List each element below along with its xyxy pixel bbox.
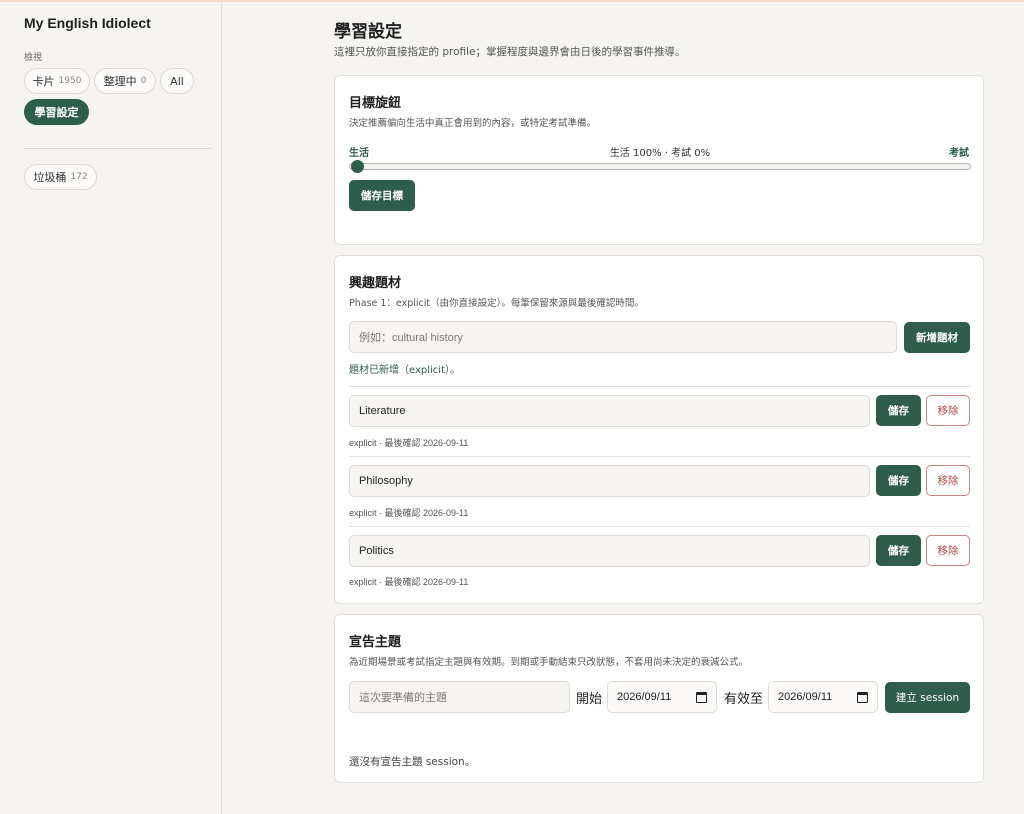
slider-right-label: 考試	[949, 148, 969, 159]
goal-title: 目標旋鈕	[349, 96, 402, 111]
slider-value-label: 生活 100% · 考試 0%	[609, 148, 711, 159]
interests-subtitle: Phase 1：explicit（由你直接設定）。每筆保留來源與最後確認時間。	[349, 298, 644, 309]
goal-card: 目標旋鈕 決定推薦偏向生活中真正會用到的內容，或特定考試準備。 生活 生活 10…	[334, 75, 984, 245]
chip-all[interactable]: All	[160, 68, 194, 94]
remove-interest-button[interactable]: 移除	[926, 465, 970, 496]
declared-topic-card: 宣告主題 為近期場景或考試指定主題與有效期。到期或手動結束只改狀態，不套用尚未決…	[334, 614, 984, 783]
remove-interest-button[interactable]: 移除	[926, 395, 970, 426]
chip-count: 1950	[58, 76, 82, 86]
remove-interest-button[interactable]: 移除	[926, 535, 970, 566]
end-date-input[interactable]: 2026/09/11	[768, 681, 878, 713]
sidebar-divider	[24, 148, 211, 149]
interests-title: 興趣題材	[349, 276, 402, 291]
start-date-value: 2026/09/11	[617, 691, 672, 703]
chip-label: 整理中	[103, 75, 137, 88]
save-interest-button[interactable]: 儲存	[876, 395, 921, 426]
interest-input[interactable]: Politics	[349, 535, 870, 567]
start-date-input[interactable]: 2026/09/11	[607, 681, 717, 713]
view-label: 檢視	[24, 53, 43, 63]
interest-meta: explicit · 最後確認 2026-09-11	[349, 508, 469, 518]
chip-learning-settings[interactable]: 學習設定	[24, 99, 89, 125]
save-interest-button[interactable]: 儲存	[876, 535, 921, 566]
interest-status-text: 題材已新增（explicit）。	[349, 365, 460, 376]
create-session-button[interactable]: 建立 session	[885, 682, 970, 713]
chip-label: All	[170, 74, 184, 88]
interest-meta: explicit · 最後確認 2026-09-11	[349, 438, 469, 448]
add-interest-button[interactable]: 新增題材	[904, 322, 970, 353]
chip-count: 0	[140, 76, 147, 86]
goal-slider-thumb[interactable]	[351, 160, 364, 173]
chip-label: 卡片	[32, 75, 55, 88]
save-goal-button[interactable]: 儲存目標	[349, 180, 415, 211]
chip-count: 172	[70, 172, 88, 182]
goal-subtitle: 決定推薦偏向生活中真正會用到的內容，或特定考試準備。	[349, 118, 597, 129]
declared-subtitle: 為近期場景或考試指定主題與有效期。到期或手動結束只改狀態，不套用尚未決定的衰減公…	[349, 657, 749, 668]
interests-card: 興趣題材 Phase 1：explicit（由你直接設定）。每筆保留來源與最後確…	[334, 255, 984, 604]
page-title: 學習設定	[334, 22, 402, 42]
calendar-icon[interactable]	[696, 691, 707, 703]
chip-cards[interactable]: 卡片 1950	[24, 68, 90, 94]
end-date-value: 2026/09/11	[778, 691, 833, 703]
interest-meta: explicit · 最後確認 2026-09-11	[349, 577, 469, 587]
empty-session-text: 還沒有宣告主題 session。	[349, 756, 476, 768]
interest-input[interactable]: Literature	[349, 395, 870, 427]
chip-label: 學習設定	[34, 106, 79, 119]
chip-label: 垃圾桶	[33, 171, 67, 184]
interest-input[interactable]: Philosophy	[349, 465, 870, 497]
goal-slider-track[interactable]	[349, 163, 971, 170]
sidebar: My English Idiolect 檢視 卡片 1950 整理中 0 All…	[0, 0, 222, 814]
chip-organizing[interactable]: 整理中 0	[94, 68, 156, 94]
until-label: 有效至	[724, 692, 764, 707]
divider	[349, 386, 970, 387]
page-subtitle: 這裡只放你直接指定的 profile；掌握程度與邊界會由日後的學習事件推導。	[334, 46, 686, 58]
divider	[349, 526, 970, 527]
divider	[349, 456, 970, 457]
app-title: My English Idiolect	[24, 15, 151, 31]
calendar-icon[interactable]	[857, 691, 868, 703]
topic-input[interactable]: 這次要準備的主題	[349, 681, 570, 713]
save-interest-button[interactable]: 儲存	[876, 465, 921, 496]
chip-trash[interactable]: 垃圾桶 172	[24, 164, 97, 190]
new-interest-input[interactable]: 例如：cultural history	[349, 321, 897, 353]
start-label: 開始	[576, 692, 603, 707]
declared-title: 宣告主題	[349, 635, 402, 650]
